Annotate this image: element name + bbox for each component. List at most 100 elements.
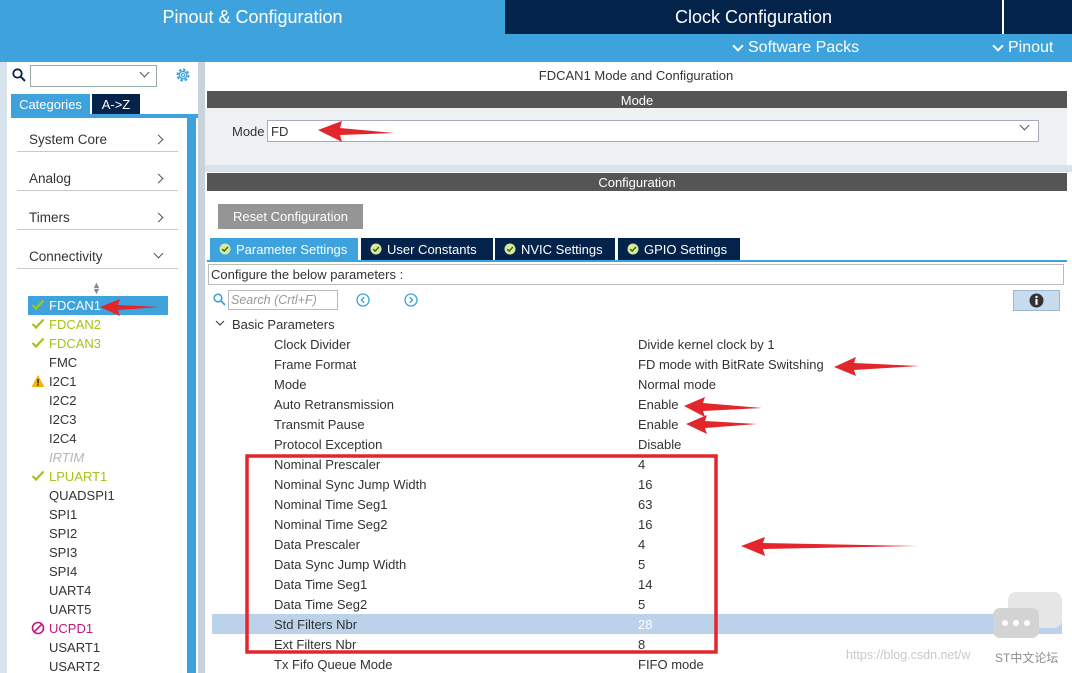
- peripheral-label: I2C3: [49, 412, 77, 427]
- parameter-value[interactable]: 16: [638, 477, 652, 492]
- parameter-row[interactable]: Data Sync Jump Width 5: [212, 554, 1062, 574]
- parameter-value[interactable]: 8: [638, 637, 645, 652]
- sort-icon[interactable]: ▲ ▼: [92, 281, 101, 296]
- parameter-name: Clock Divider: [274, 337, 351, 352]
- tab-gpio-settings[interactable]: GPIO Settings: [618, 238, 740, 260]
- tab-clock-configuration[interactable]: Clock Configuration: [505, 0, 1002, 34]
- parameter-row[interactable]: Data Prescaler 4: [212, 534, 1062, 554]
- parameter-row[interactable]: Clock Divider Divide kernel clock by 1: [212, 334, 1062, 354]
- chevron-right-icon: [153, 212, 164, 223]
- peripheral-item[interactable]: IRTIM: [28, 448, 168, 467]
- peripheral-item[interactable]: SPI4: [28, 562, 168, 581]
- check-icon: [31, 337, 45, 349]
- parameter-value[interactable]: FIFO mode: [638, 657, 704, 672]
- category-timers[interactable]: Timers: [17, 206, 178, 230]
- reset-configuration-button[interactable]: Reset Configuration: [218, 204, 363, 229]
- peripheral-item[interactable]: SPI2: [28, 524, 168, 543]
- parameter-row[interactable]: Transmit Pause Enable: [212, 414, 1062, 434]
- parameter-value[interactable]: 5: [638, 597, 645, 612]
- peripheral-item[interactable]: I2C2: [28, 391, 168, 410]
- tab-project-manager[interactable]: [1002, 0, 1072, 34]
- parameter-value[interactable]: 16: [638, 517, 652, 532]
- peripheral-item[interactable]: UCPD1: [28, 619, 168, 638]
- parameter-row[interactable]: Std Filters Nbr 28: [212, 614, 1062, 634]
- parameter-value[interactable]: 4: [638, 457, 645, 472]
- parameter-row[interactable]: Nominal Prescaler 4: [212, 454, 1062, 474]
- parameter-value[interactable]: FD mode with BitRate Switshing: [638, 357, 824, 372]
- peripheral-item[interactable]: FDCAN1: [28, 296, 168, 315]
- parameter-value[interactable]: 14: [638, 577, 652, 592]
- tab-label: Parameter Settings: [236, 241, 348, 257]
- peripheral-label: FMC: [49, 355, 78, 370]
- tab-label: GPIO Settings: [644, 241, 728, 257]
- peripheral-label: SPI2: [49, 526, 78, 541]
- next-match-icon[interactable]: [404, 293, 418, 307]
- tab-label: Pinout & Configuration: [162, 6, 343, 27]
- peripheral-item[interactable]: FDCAN3: [28, 334, 168, 353]
- peripheral-item[interactable]: UART4: [28, 581, 168, 600]
- mode-label: Mode: [232, 124, 265, 139]
- parameter-row[interactable]: Data Time Seg1 14: [212, 574, 1062, 594]
- peripheral-item[interactable]: I2C3: [28, 410, 168, 429]
- peripheral-item[interactable]: USART1: [28, 638, 168, 657]
- tab-user-constants[interactable]: User Constants: [361, 238, 493, 260]
- parameter-row[interactable]: Protocol Exception Disable: [212, 434, 1062, 454]
- parameter-value[interactable]: 63: [638, 497, 652, 512]
- parameter-value[interactable]: 5: [638, 557, 645, 572]
- parameter-row[interactable]: Mode Normal mode: [212, 374, 1062, 394]
- peripheral-label: FDCAN1: [49, 298, 102, 313]
- parameter-row[interactable]: Nominal Sync Jump Width 16: [212, 474, 1062, 494]
- tab-categories[interactable]: Categories: [11, 94, 90, 114]
- parameter-value[interactable]: Divide kernel clock by 1: [638, 337, 775, 352]
- category-analog[interactable]: Analog: [17, 167, 178, 191]
- info-button[interactable]: [1013, 290, 1060, 311]
- tab-parameter-settings[interactable]: Parameter Settings: [210, 238, 358, 260]
- check-circle-icon: [219, 243, 231, 255]
- parameter-value[interactable]: Disable: [638, 437, 681, 452]
- category-system-core[interactable]: System Core: [17, 128, 178, 152]
- parameter-name: Data Time Seg2: [274, 597, 368, 612]
- pinout-menu[interactable]: Pinout: [992, 34, 1053, 62]
- peripheral-item[interactable]: UART5: [28, 600, 168, 619]
- category-connectivity[interactable]: Connectivity: [17, 245, 178, 269]
- parameter-row[interactable]: Nominal Time Seg1 63: [212, 494, 1062, 514]
- tab-pinout-configuration[interactable]: Pinout & Configuration: [0, 0, 505, 34]
- gear-icon[interactable]: [174, 66, 192, 84]
- peripheral-item[interactable]: USART2: [28, 657, 168, 673]
- parameter-value[interactable]: Enable: [638, 417, 678, 432]
- peripheral-item[interactable]: LPUART1: [28, 467, 168, 486]
- peripheral-item[interactable]: I2C1: [28, 372, 168, 391]
- check-circle-icon: [504, 243, 516, 255]
- parameter-row[interactable]: Nominal Time Seg2 16: [212, 514, 1062, 534]
- chevron-down-icon[interactable]: [215, 318, 225, 328]
- peripheral-label: FDCAN3: [49, 336, 102, 351]
- panel-splitter[interactable]: [198, 62, 205, 673]
- search-icon: [213, 293, 226, 306]
- blocked-icon: [31, 621, 45, 635]
- parameter-value[interactable]: 28: [638, 617, 652, 632]
- category-search-combo[interactable]: [30, 65, 157, 87]
- parameter-value[interactable]: Normal mode: [638, 377, 716, 392]
- parameter-row[interactable]: Frame Format FD mode with BitRate Switshi…: [212, 354, 1062, 374]
- peripheral-item[interactable]: SPI1: [28, 505, 168, 524]
- software-packs-menu[interactable]: Software Packs: [732, 34, 859, 62]
- mode-select[interactable]: FD: [267, 120, 1039, 142]
- tab-a-z[interactable]: A->Z: [92, 94, 140, 114]
- parameter-row[interactable]: Data Time Seg2 5: [212, 594, 1062, 614]
- previous-match-icon[interactable]: [356, 293, 370, 307]
- parameter-value[interactable]: Enable: [638, 397, 678, 412]
- check-icon: [31, 299, 45, 311]
- peripheral-item[interactable]: SPI3: [28, 543, 168, 562]
- parameter-search-input[interactable]: Search (Crtl+F): [228, 290, 338, 310]
- peripheral-item[interactable]: FDCAN2: [28, 315, 168, 334]
- peripheral-item[interactable]: FMC: [28, 353, 168, 372]
- parameter-row[interactable]: Auto Retransmission Enable: [212, 394, 1062, 414]
- peripheral-item[interactable]: I2C4: [28, 429, 168, 448]
- parameter-name: Nominal Sync Jump Width: [274, 477, 427, 492]
- parameter-value[interactable]: 4: [638, 537, 645, 552]
- sidebar-scrollbar[interactable]: [187, 118, 196, 673]
- parameter-name: Std Filters Nbr: [274, 617, 358, 632]
- basic-parameters-group[interactable]: Basic Parameters: [232, 317, 335, 332]
- peripheral-item[interactable]: QUADSPI1: [28, 486, 168, 505]
- tab-nvic-settings[interactable]: NVIC Settings: [495, 238, 615, 260]
